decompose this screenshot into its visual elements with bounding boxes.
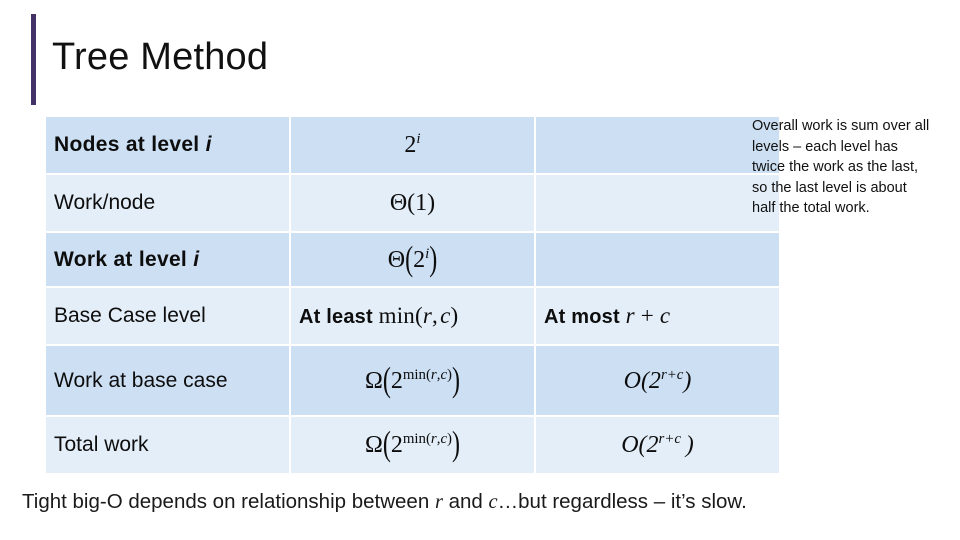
- table-row: Base Case level At least min(r, c) At mo…: [46, 288, 779, 346]
- table-cell-label: Work at level i: [46, 233, 291, 288]
- formula-theta-one: Θ(1): [389, 190, 436, 216]
- table-cell-formula-right: [536, 233, 779, 288]
- row-label-total-work: Total work: [54, 433, 149, 456]
- table-cell-formula-middle: Θ(2i): [291, 233, 536, 288]
- formula-theta-two-to-i: Θ(2i): [387, 240, 438, 279]
- formula-bigo-two-to-r-plus-c: O(2r+c): [623, 366, 692, 394]
- row-label-base-case-level: Base Case level: [54, 304, 206, 327]
- tree-method-table: Nodes at level i 2i Work/node Θ(1) Work …: [46, 117, 779, 473]
- table-cell-formula-right: O(2r+c ): [536, 417, 779, 473]
- table-row: Work at level i Θ(2i): [46, 233, 779, 288]
- table-cell-label: Work/node: [46, 175, 291, 233]
- caption-var-c: c: [488, 491, 498, 513]
- table-cell-formula-middle: 2i: [291, 117, 536, 175]
- caption-prefix: Tight big-O depends on relationship betw…: [22, 490, 435, 513]
- formula-at-least-min-r-c: At least min(r, c): [299, 303, 459, 328]
- row-label-nodes-at-level: Nodes at level i: [54, 133, 212, 156]
- table-cell-label: Base Case level: [46, 288, 291, 346]
- slide-caption: Tight big-O depends on relationship betw…: [22, 488, 942, 516]
- row-label-work-at-level: Work at level i: [54, 247, 200, 271]
- table-cell-formula-middle: At least min(r, c): [291, 288, 536, 346]
- row-label-work-per-node: Work/node: [54, 191, 156, 214]
- formula-omega-two-to-min-r-c: Ω(2min(r,c)): [364, 361, 461, 400]
- side-note-text: Overall work is sum over all levels – ea…: [752, 118, 930, 217]
- table-cell-formula-middle: Θ(1): [291, 175, 536, 233]
- table-cell-formula-right: [536, 117, 779, 175]
- table-cell-formula-right: At most r + c: [536, 288, 779, 346]
- table-cell-label: Total work: [46, 417, 291, 473]
- table-cell-label: Nodes at level i: [46, 117, 291, 175]
- table-row: Work/node Θ(1): [46, 175, 779, 233]
- title-accent-bar: [31, 14, 36, 105]
- formula-omega-two-to-min-r-c: Ω(2min(r,c)): [364, 426, 461, 464]
- table-row: Nodes at level i 2i: [46, 117, 779, 175]
- caption-mid: and: [442, 490, 489, 513]
- caption-suffix: …but regardless – it’s slow.: [497, 490, 747, 513]
- page-title: Tree Method: [52, 36, 269, 78]
- formula-bigo-two-to-r-plus-c: O(2r+c ): [621, 431, 694, 458]
- formula-two-to-i: 2i: [404, 131, 421, 158]
- table-cell-formula-middle: Ω(2min(r,c)): [291, 346, 536, 417]
- caption-var-r: r: [434, 491, 443, 513]
- table-cell-formula-middle: Ω(2min(r,c)): [291, 417, 536, 473]
- table-cell-label: Work at base case: [46, 346, 291, 417]
- table-cell-formula-right: [536, 175, 779, 233]
- table-cell-formula-right: O(2r+c): [536, 346, 779, 417]
- table-row: Work at base case Ω(2min(r,c)) O(2r+c): [46, 346, 779, 417]
- formula-at-most-r-plus-c: At most r + c: [544, 303, 671, 328]
- row-label-work-at-base-case: Work at base case: [54, 368, 228, 392]
- table-row: Total work Ω(2min(r,c)) O(2r+c ): [46, 417, 779, 473]
